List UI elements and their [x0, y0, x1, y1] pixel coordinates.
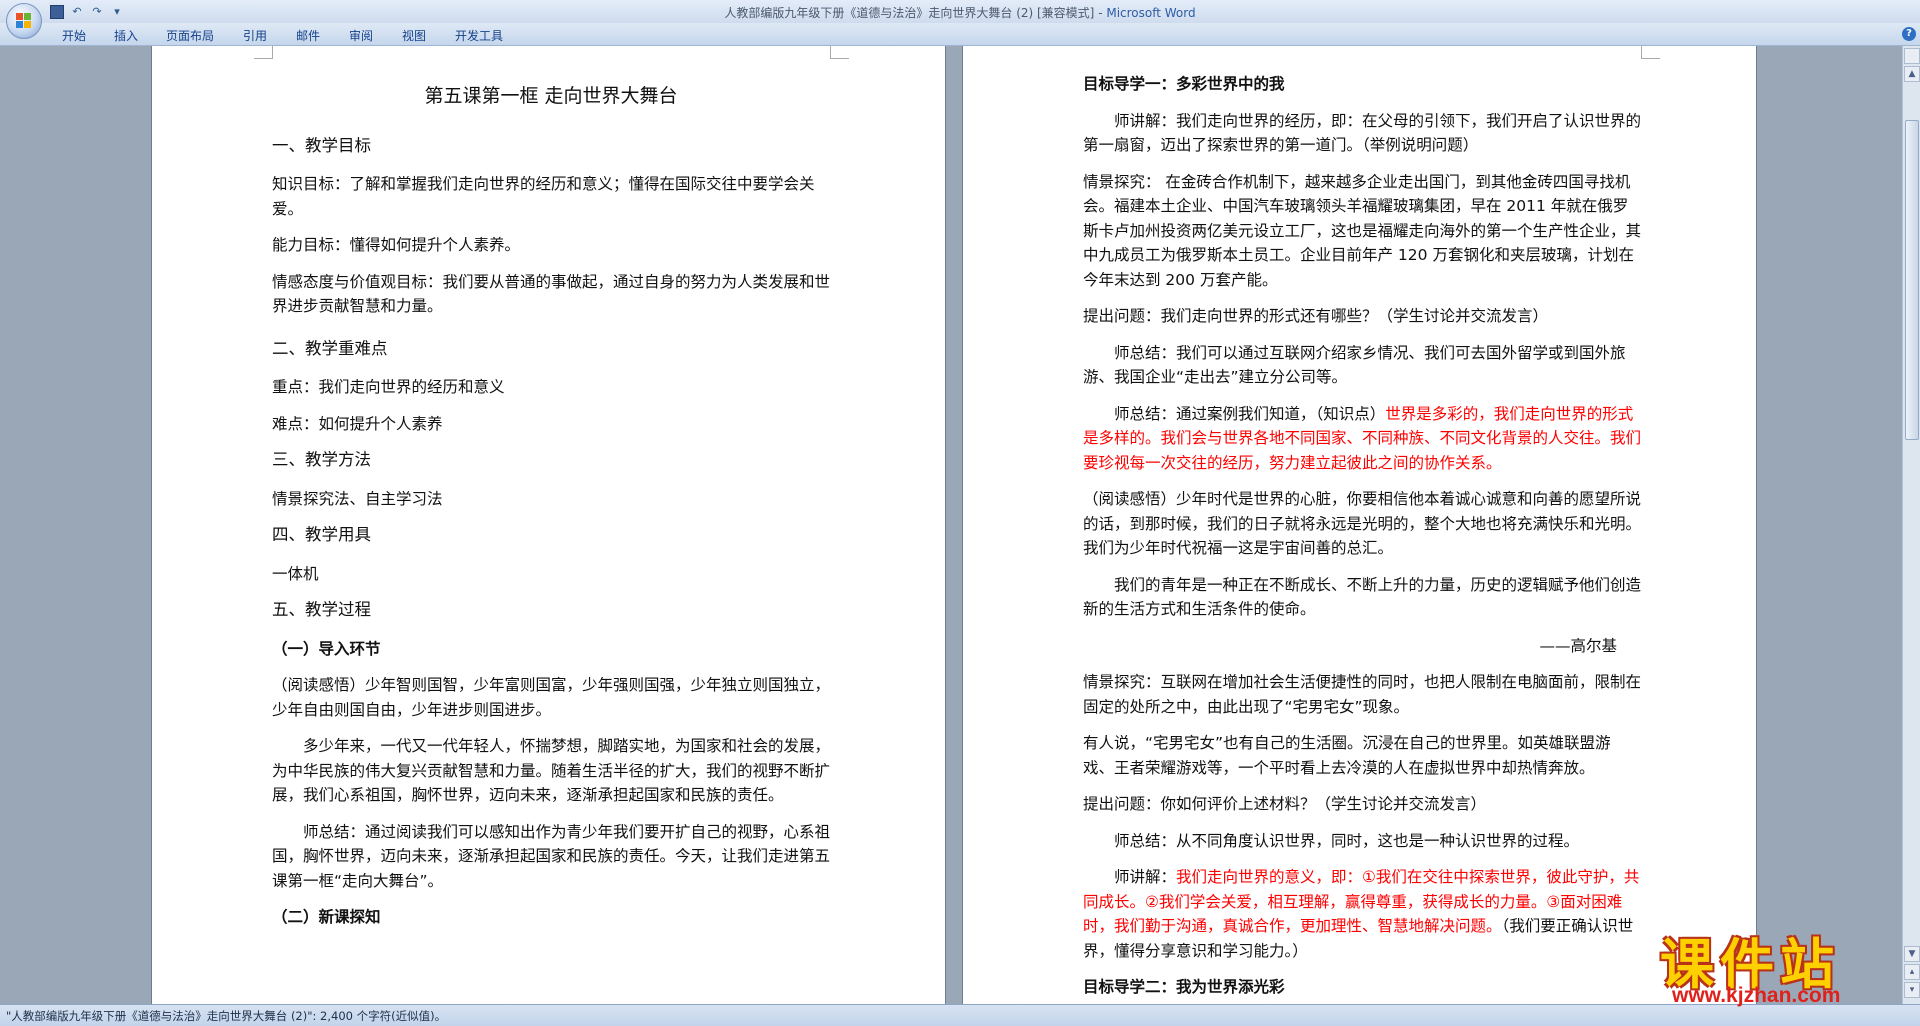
office-logo-icon: [16, 13, 32, 29]
goal-ability: 能力目标：懂得如何提升个人素养。: [272, 236, 521, 254]
teacher-summary-paragraph: 师总结：通过阅读我们可以感知出作为青少年我们要开扩自己的视野，心系祖国，胸怀世界…: [272, 822, 831, 890]
teaching-tools: 一体机: [272, 564, 319, 583]
office-button[interactable]: [6, 3, 42, 39]
site-watermark: 课件站 www.kjzhan.com: [1660, 920, 1900, 1012]
document-page-2[interactable]: 目标导学一：多彩世界中的我 师讲解：我们走向世界的经历，即：在父母的引领下，我们…: [963, 46, 1756, 1004]
tab-page-layout[interactable]: 页面布局: [166, 27, 214, 44]
previous-page-icon[interactable]: ▴: [1904, 964, 1920, 980]
goal-knowledge: 知识目标：了解和掌握我们走向世界的经历和意义；懂得在国际交往中要学会关爱。: [272, 175, 815, 218]
tab-mailings[interactable]: 邮件: [296, 27, 320, 44]
heading-process: 五、教学过程: [272, 600, 371, 619]
margin-corner-mark: [254, 46, 273, 59]
page-2-text[interactable]: 目标导学一：多彩世界中的我 师讲解：我们走向世界的经历，即：在父母的引领下，我们…: [1083, 72, 1641, 1004]
opinion-paragraph: 有人说，“宅男宅女”也有自己的生活圈。沉浸在自己的世界里。如英雄联盟游戏、王者荣…: [1083, 734, 1611, 777]
difficult-point: 难点：如何提升个人素养: [272, 414, 443, 433]
ruler-toggle-icon[interactable]: [1904, 48, 1920, 64]
scenario-paragraph-2: 情景探究：互联网在增加社会生活便捷性的同时，也把人限制在电脑面前，限制在固定的处…: [1083, 673, 1642, 716]
margin-corner-mark: [1641, 46, 1660, 59]
title-separator: -: [1094, 6, 1107, 20]
document-title: 人教部编版九年级下册《道德与法治》走向世界大舞台 (2) [兼容模式]: [724, 6, 1095, 20]
guide-heading-1: 目标导学一：多彩世界中的我: [1083, 75, 1285, 93]
heading-methods: 三、教学方法: [272, 450, 371, 469]
years-paragraph: 多少年来，一代又一代年轻人，怀揣梦想，脚踏实地，为国家和社会的发展，为中华民族的…: [272, 737, 831, 804]
subheading-intro: （一）导入环节: [272, 639, 381, 658]
app-name: Microsoft Word: [1106, 6, 1196, 20]
scrollbar-thumb[interactable]: [1905, 120, 1919, 440]
summary-paragraph-2: 师总结：通过案例我们知道，（知识点）世界是多彩的，我们走向世界的形式是多样的。我…: [1083, 402, 1641, 476]
watermark-url: www.kjzhan.com: [1672, 984, 1841, 1007]
question-paragraph-2: 提出问题：你如何评价上述材料？（学生讨论并交流发言）: [1083, 795, 1487, 813]
subheading-new-lesson: （二）新课探知: [272, 908, 381, 926]
goal-emotion: 情感态度与价值观目标：我们要从普通的事做起，通过自身的努力为人类发展和世界进步贡…: [272, 272, 831, 316]
tab-review[interactable]: 审阅: [349, 27, 373, 44]
page-1-text[interactable]: 第五课第一框 走向世界大舞台 一、教学目标 知识目标：了解和掌握我们走向世界的经…: [272, 74, 830, 942]
word-count-status[interactable]: "人教部编版九年级下册《道德与法治》走向世界大舞台 (2)": 2,400 个字…: [6, 1008, 446, 1024]
reading-paragraph-2: （阅读感悟）少年时代是世界的心脏，你要相信他本着诚心诚意和向善的愿望所说的话，到…: [1083, 490, 1642, 557]
youth-paragraph: 我们的青年是一种正在不断成长、不断上升的力量，历史的逻辑赋予他们创造新的生活方式…: [1083, 575, 1642, 619]
margin-corner-mark: [830, 46, 849, 59]
document-area: 第五课第一框 走向世界大舞台 一、教学目标 知识目标：了解和掌握我们走向世界的经…: [0, 46, 1902, 1004]
tab-developer[interactable]: 开发工具: [455, 27, 503, 44]
scroll-up-icon[interactable]: ▲: [1904, 66, 1920, 82]
tab-home[interactable]: 开始: [62, 27, 86, 44]
lecture-paragraph-2: 师讲解：我们走向世界的意义，即：①我们在交往中探索世界，彼此守护，共同成长。②我…: [1083, 865, 1641, 963]
scroll-down-icon[interactable]: ▼: [1904, 946, 1920, 962]
status-bar: "人教部编版九年级下册《道德与法治》走向世界大舞台 (2)": 2,400 个字…: [0, 1004, 1920, 1026]
guide-heading-2: 目标导学二：我为世界添光彩: [1083, 978, 1285, 996]
teaching-methods: 情景探究法、自主学习法: [272, 489, 443, 508]
lesson-title: 第五课第一框 走向世界大舞台: [424, 85, 678, 107]
tab-insert[interactable]: 插入: [114, 27, 138, 44]
reading-paragraph: （阅读感悟）少年智则国智，少年富则国富，少年强则国强，少年独立则国独立，少年自由…: [272, 676, 831, 719]
summary-paragraph-3: 师总结：从不同角度认识世界，同时，这也是一种认识世界的过程。: [1114, 831, 1580, 850]
title-bar: ↶ ↷ ▾ 人教部编版九年级下册《道德与法治》走向世界大舞台 (2) [兼容模式…: [0, 0, 1920, 39]
heading-key-points: 二、教学重难点: [272, 338, 388, 358]
tab-view[interactable]: 视图: [402, 27, 426, 44]
ribbon-tabs: 开始 插入 页面布局 引用 邮件 审阅 视图 开发工具 ?: [0, 23, 1920, 46]
tab-references[interactable]: 引用: [243, 27, 267, 44]
window-title: 人教部编版九年级下册《道德与法治》走向世界大舞台 (2) [兼容模式] - Mi…: [0, 4, 1920, 21]
summary-paragraph-1: 师总结：我们可以通过互联网介绍家乡情况、我们可去国外留学或到国外旅游、我国企业“…: [1083, 343, 1626, 387]
lecture-2-prefix: 师讲解：: [1114, 868, 1177, 886]
help-icon[interactable]: ?: [1902, 27, 1916, 41]
heading-teaching-goals: 一、教学目标: [272, 135, 371, 155]
heading-tools: 四、教学用具: [272, 525, 371, 544]
vertical-scrollbar[interactable]: ▲ ▼ ▴ ▾: [1902, 46, 1920, 1004]
question-paragraph-1: 提出问题：我们走向世界的形式还有哪些？（学生讨论并交流发言）: [1083, 307, 1549, 325]
key-point: 重点：我们走向世界的经历和意义: [272, 378, 505, 396]
next-page-icon[interactable]: ▾: [1904, 982, 1920, 998]
summary-2-prefix: 师总结：通过案例我们知道，（知识点）: [1114, 404, 1386, 423]
document-page-1[interactable]: 第五课第一框 走向世界大舞台 一、教学目标 知识目标：了解和掌握我们走向世界的经…: [152, 46, 945, 1004]
lecture-paragraph-1: 师讲解：我们走向世界的经历，即：在父母的引领下，我们开启了认识世界的第一扇窗，迈…: [1083, 111, 1642, 155]
quote-author: ——高尔基: [1539, 636, 1617, 655]
scenario-paragraph-1: 情景探究： 在金砖合作机制下，越来越多企业走出国门，到其他金砖四国寻找机会。福建…: [1083, 172, 1642, 289]
